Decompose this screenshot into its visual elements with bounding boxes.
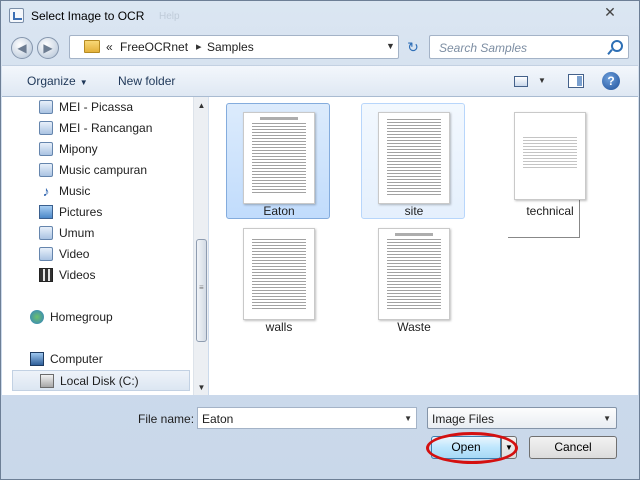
file-name-label: File name: — [138, 412, 195, 426]
help-icon[interactable]: ? — [602, 72, 620, 90]
nav-item-label: Pictures — [59, 205, 103, 219]
nav-item-label: Local Disk (C:) — [60, 374, 139, 388]
nav-item-mipony[interactable]: Mipony — [2, 139, 192, 160]
breadcrumb-freeocrnet[interactable]: FreeOCRnet — [120, 40, 188, 54]
nav-item-music[interactable]: ♪ Music — [2, 181, 192, 202]
close-button[interactable]: ✕ — [599, 3, 621, 21]
document-thumbnail — [243, 112, 315, 204]
address-history-dropdown[interactable]: ▼ — [386, 41, 395, 51]
nav-item-video[interactable]: Video — [2, 244, 192, 265]
organize-button[interactable]: Organize ▼ — [27, 74, 88, 88]
nav-item-videos[interactable]: Videos — [2, 265, 192, 286]
open-button[interactable]: Open — [431, 436, 501, 459]
nav-item-label: Video — [59, 247, 90, 261]
nav-item-music-campuran[interactable]: Music campuran — [2, 160, 192, 181]
nav-scrollbar[interactable]: ▲ ≡ ▼ — [193, 97, 208, 395]
breadcrumb-separator[interactable]: ▸ — [196, 40, 202, 53]
document-thumbnail — [243, 228, 315, 320]
document-thumbnail — [514, 112, 586, 200]
background-ghost-text: Help — [159, 11, 180, 22]
file-name: Waste — [397, 320, 431, 334]
document-thumbnail — [378, 228, 450, 320]
nav-item-label: Music — [59, 184, 91, 198]
computer-icon — [30, 352, 44, 366]
nav-item-label: Homegroup — [50, 310, 113, 324]
library-icon — [39, 121, 53, 135]
file-item-waste[interactable]: Waste — [361, 219, 465, 335]
disk-icon — [40, 374, 54, 388]
nav-item-label: Mipony — [59, 142, 98, 156]
organize-label: Organize — [27, 74, 76, 88]
nav-item-label: Videos — [59, 268, 96, 282]
open-options-dropdown[interactable]: ▼ — [501, 436, 517, 459]
library-icon — [39, 100, 53, 114]
new-folder-button[interactable]: New folder — [118, 74, 175, 88]
app-icon — [9, 8, 24, 23]
library-icon — [39, 163, 53, 177]
file-type-select[interactable]: Image Files ▼ — [427, 407, 617, 429]
pictures-icon — [39, 205, 53, 219]
document-thumbnail — [378, 112, 450, 204]
nav-item-mei-picassa[interactable]: MEI - Picassa — [2, 97, 192, 118]
nav-item-label: Music campuran — [59, 163, 148, 177]
change-view-icon[interactable] — [514, 76, 528, 87]
nav-item-label: Umum — [59, 226, 95, 240]
file-item-technical[interactable]: technical — [497, 103, 601, 238]
file-name-value: Eaton — [202, 412, 234, 426]
forward-button[interactable]: ▶ — [37, 37, 59, 59]
preview-pane-icon[interactable] — [568, 74, 584, 88]
library-icon — [39, 142, 53, 156]
search-placeholder: Search Samples — [439, 41, 528, 55]
videos-icon — [39, 268, 53, 282]
cancel-button[interactable]: Cancel — [529, 436, 617, 459]
file-name: technical — [526, 204, 574, 218]
back-button[interactable]: ◀ — [11, 37, 33, 59]
folder-icon — [84, 40, 100, 53]
scroll-down-icon[interactable]: ▼ — [194, 381, 209, 395]
open-file-dialog: Select Image to OCR Help ✕ ◀ ▶ « FreeOCR… — [0, 0, 640, 480]
view-options-dropdown[interactable]: ▼ — [538, 76, 546, 85]
file-name: walls — [265, 320, 293, 334]
chevron-down-icon[interactable]: ▼ — [404, 414, 412, 423]
nav-item-pictures[interactable]: Pictures — [2, 202, 192, 223]
file-item-walls[interactable]: walls — [226, 219, 330, 335]
file-item-site[interactable]: site — [361, 103, 465, 219]
window-title: Select Image to OCR — [31, 9, 145, 23]
nav-item-label: Computer — [50, 352, 103, 366]
nav-item-homegroup[interactable]: Homegroup — [2, 307, 192, 328]
file-name-field[interactable]: Eaton ▼ — [197, 407, 417, 429]
breadcrumb-overflow[interactable]: « — [106, 40, 113, 54]
nav-item-label: MEI - Picassa — [59, 100, 134, 114]
organize-dropdown-icon: ▼ — [79, 78, 88, 87]
address-bar[interactable]: « FreeOCRnet ▸ Samples — [69, 35, 399, 59]
command-toolbar: Organize ▼ New folder ▼ ? — [2, 65, 638, 97]
nav-item-computer[interactable]: Computer — [2, 349, 192, 370]
file-list: Eaton site technical walls Waste — [209, 97, 638, 395]
chevron-down-icon: ▼ — [603, 414, 611, 423]
music-icon: ♪ — [42, 183, 50, 199]
breadcrumb-samples[interactable]: Samples — [207, 40, 254, 54]
scroll-thumb[interactable]: ≡ — [196, 239, 207, 342]
library-icon — [39, 247, 53, 261]
nav-item-local-disk[interactable]: Local Disk (C:) — [12, 370, 190, 391]
title-bar: Select Image to OCR Help ✕ — [1, 1, 639, 31]
refresh-button[interactable]: ↻ — [403, 38, 423, 56]
homegroup-icon — [30, 310, 44, 324]
nav-item-umum[interactable]: Umum — [2, 223, 192, 244]
file-type-value: Image Files — [432, 412, 495, 426]
file-name: Eaton — [263, 204, 295, 218]
file-item-eaton[interactable]: Eaton — [226, 103, 330, 219]
nav-item-label: MEI - Rancangan — [59, 121, 153, 135]
search-icon[interactable] — [608, 39, 623, 55]
search-input[interactable]: Search Samples — [429, 35, 629, 59]
navigation-pane: MEI - Picassa MEI - Rancangan Mipony Mus… — [2, 97, 208, 395]
nav-item-mei-rancangan[interactable]: MEI - Rancangan — [2, 118, 192, 139]
file-name: site — [404, 204, 424, 218]
grip-icon: ≡ — [199, 283, 204, 292]
library-icon — [39, 226, 53, 240]
scroll-up-icon[interactable]: ▲ — [194, 99, 209, 113]
